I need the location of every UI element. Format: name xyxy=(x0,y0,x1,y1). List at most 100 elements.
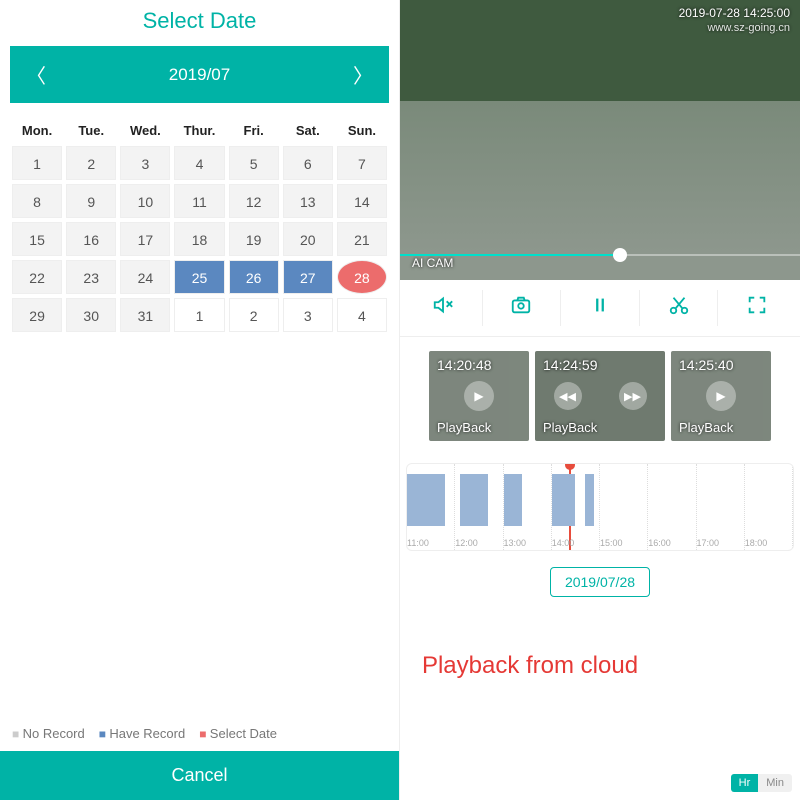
calendar-day[interactable]: 1 xyxy=(12,146,62,180)
calendar-day[interactable]: 9 xyxy=(66,184,116,218)
play-icon[interactable] xyxy=(464,381,494,411)
cut-icon[interactable] xyxy=(640,290,719,326)
month-label: 2019/07 xyxy=(169,65,230,85)
hr-toggle[interactable]: Hr xyxy=(731,774,759,792)
clip-seek-icon[interactable]: ◀◀ xyxy=(554,382,582,410)
weekday-header: Mon. xyxy=(10,117,64,144)
legend-have-record: Have Record xyxy=(99,726,185,741)
month-nav: 〈 2019/07 〉 xyxy=(10,46,389,103)
clip-thumbnail[interactable]: 14:24:59PlayBack◀◀▶▶ xyxy=(535,351,665,441)
tick-label: 13:00 xyxy=(504,538,527,548)
calendar-day[interactable]: 11 xyxy=(174,184,224,218)
calendar-day[interactable]: 4 xyxy=(174,146,224,180)
calendar-day[interactable]: 17 xyxy=(120,222,170,256)
video-timestamp: 2019-07-28 14:25:00 xyxy=(679,6,790,20)
calendar-day[interactable]: 2 xyxy=(229,298,279,332)
calendar-day[interactable]: 2 xyxy=(66,146,116,180)
calendar-day[interactable]: 16 xyxy=(66,222,116,256)
calendar-day[interactable]: 8 xyxy=(12,184,62,218)
weekday-header: Fri. xyxy=(227,117,281,144)
play-icon[interactable] xyxy=(706,381,736,411)
weekday-header: Tue. xyxy=(64,117,118,144)
calendar-day[interactable]: 27 xyxy=(283,260,333,294)
tick-label: 14:00 xyxy=(552,538,575,548)
calendar-day[interactable]: 20 xyxy=(283,222,333,256)
weekday-header: Wed. xyxy=(118,117,172,144)
recording-segment[interactable] xyxy=(460,474,488,526)
video-progress[interactable] xyxy=(400,254,800,256)
clip-time: 14:20:48 xyxy=(437,357,492,373)
calendar-day[interactable]: 10 xyxy=(120,184,170,218)
progress-thumb[interactable] xyxy=(613,248,627,262)
calendar-day[interactable]: 30 xyxy=(66,298,116,332)
timeline-hour[interactable]: 17:00 xyxy=(697,464,745,550)
calendar-legend: No Record Have Record Select Date xyxy=(0,716,399,751)
clip-label: PlayBack xyxy=(679,420,733,435)
tick-label: 12:00 xyxy=(455,538,478,548)
calendar-day[interactable]: 28 xyxy=(337,260,387,294)
timeline-hour[interactable]: 16:00 xyxy=(648,464,696,550)
recording-segment[interactable] xyxy=(585,474,594,526)
video-preview[interactable]: 2019-07-28 14:25:00 www.sz-going.cn AI C… xyxy=(400,0,800,280)
clip-time: 14:25:40 xyxy=(679,357,734,373)
tick-label: 15:00 xyxy=(600,538,623,548)
calendar-day[interactable]: 31 xyxy=(120,298,170,332)
tick-label: 17:00 xyxy=(697,538,720,548)
timeline-hour[interactable]: 14:00 xyxy=(552,464,600,550)
prev-month-arrow-icon[interactable]: 〈 xyxy=(26,60,46,89)
calendar-day[interactable]: 5 xyxy=(229,146,279,180)
clip-time: 14:24:59 xyxy=(543,357,598,373)
calendar-day[interactable]: 6 xyxy=(283,146,333,180)
snapshot-icon[interactable] xyxy=(483,290,562,326)
tick-label: 16:00 xyxy=(648,538,671,548)
calendar-day[interactable]: 15 xyxy=(12,222,62,256)
recording-segment[interactable] xyxy=(407,474,445,526)
timeline-hour[interactable]: 12:00 xyxy=(455,464,503,550)
tick-label: 18:00 xyxy=(745,538,768,548)
calendar-day[interactable]: 22 xyxy=(12,260,62,294)
calendar-day[interactable]: 23 xyxy=(66,260,116,294)
next-month-arrow-icon[interactable]: 〉 xyxy=(353,60,373,89)
date-chip[interactable]: 2019/07/28 xyxy=(550,567,650,597)
timeline-hour[interactable]: 11:00 xyxy=(407,464,455,550)
calendar-day[interactable]: 12 xyxy=(229,184,279,218)
mute-icon[interactable] xyxy=(404,290,483,326)
legend-select-date: Select Date xyxy=(199,726,277,741)
weekday-header: Sat. xyxy=(281,117,335,144)
recording-segment[interactable] xyxy=(504,474,523,526)
player-controls xyxy=(400,280,800,337)
weekday-header: Sun. xyxy=(335,117,389,144)
clip-thumbnail[interactable]: 14:25:40 PlayBack xyxy=(671,351,771,441)
fullscreen-icon[interactable] xyxy=(718,290,796,326)
hr-min-toggle[interactable]: Hr Min xyxy=(731,774,792,792)
calendar-day[interactable]: 3 xyxy=(120,146,170,180)
clips-row: 14:20:48 PlayBack 14:24:59 PlayBack ◀◀ ▶▶ 14:2… xyxy=(400,337,800,455)
clip-thumbnail[interactable]: 14:20:48 PlayBack xyxy=(429,351,529,441)
clip-seek-icon[interactable]: ▶▶ xyxy=(619,382,647,410)
timeline-hour[interactable]: 13:00 xyxy=(504,464,552,550)
calendar-day[interactable]: 19 xyxy=(229,222,279,256)
calendar-day[interactable]: 7 xyxy=(337,146,387,180)
calendar-day[interactable]: 29 xyxy=(12,298,62,332)
calendar-day[interactable]: 24 xyxy=(120,260,170,294)
cancel-button[interactable]: Cancel xyxy=(0,751,399,800)
recording-timeline[interactable]: 11:0012:00 13:00 14:00 15:00 16:00 17:00 18:00 xyxy=(406,463,794,551)
calendar-day[interactable]: 25 xyxy=(174,260,224,294)
calendar-day[interactable]: 26 xyxy=(229,260,279,294)
timeline-hour[interactable]: 18:00 xyxy=(745,464,793,550)
pause-icon[interactable] xyxy=(561,290,640,326)
calendar-day[interactable]: 21 xyxy=(337,222,387,256)
calendar-day[interactable]: 1 xyxy=(174,298,224,332)
calendar-day[interactable]: 4 xyxy=(337,298,387,332)
timeline-hour[interactable]: 15:00 xyxy=(600,464,648,550)
calendar-day[interactable]: 14 xyxy=(337,184,387,218)
weekday-header: Thur. xyxy=(172,117,226,144)
clip-label: PlayBack xyxy=(437,420,491,435)
recording-segment[interactable] xyxy=(552,474,576,526)
calendar-day[interactable]: 13 xyxy=(283,184,333,218)
calendar-day[interactable]: 18 xyxy=(174,222,224,256)
video-scene xyxy=(400,0,800,280)
calendar-grid: Mon.Tue.Wed.Thur.Fri.Sat.Sun. 1234567891… xyxy=(0,117,399,716)
min-toggle[interactable]: Min xyxy=(758,774,792,792)
calendar-day[interactable]: 3 xyxy=(283,298,333,332)
